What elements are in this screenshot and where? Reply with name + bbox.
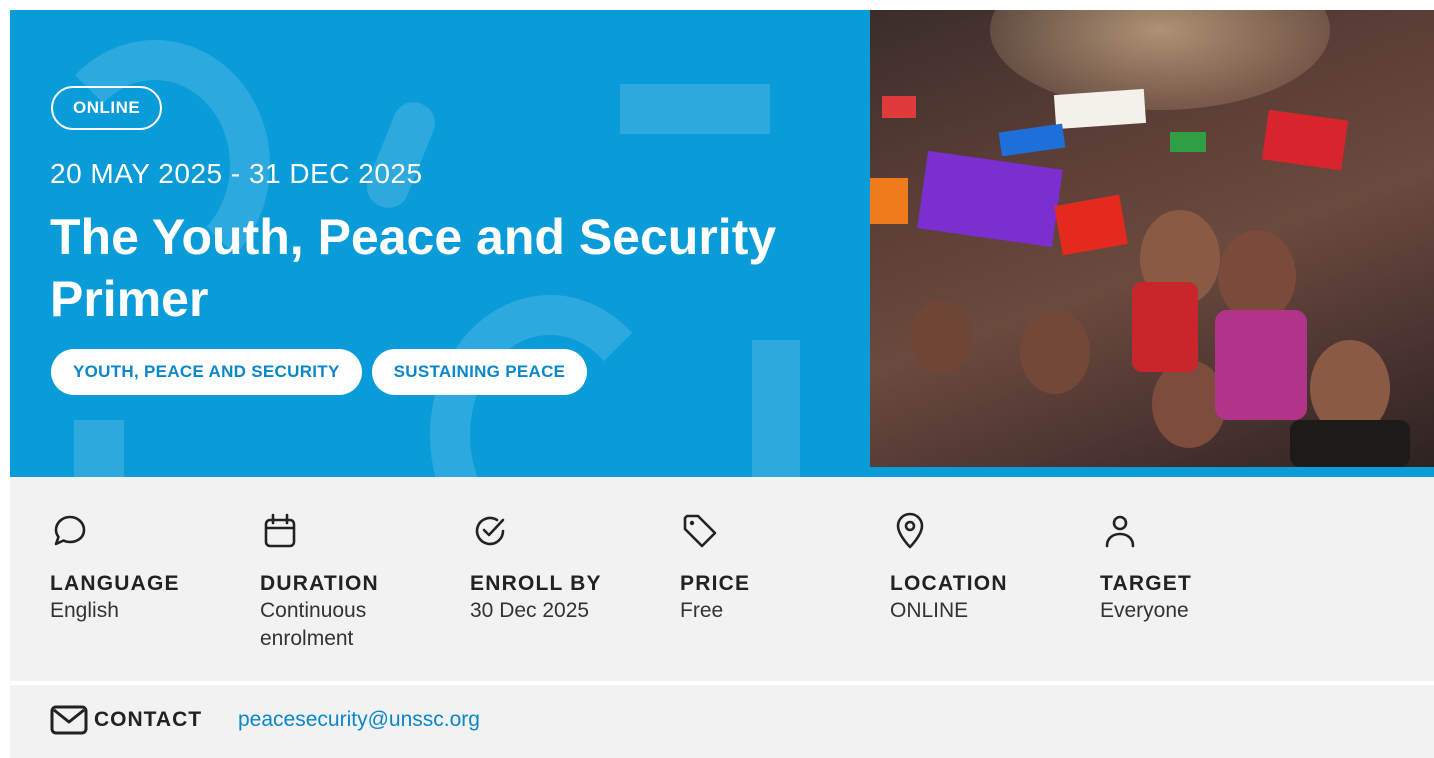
info-enroll-by: ENROLL BY 30 Dec 2025 bbox=[470, 511, 670, 625]
photo-figure bbox=[1290, 420, 1410, 467]
contact-label: CONTACT bbox=[94, 708, 203, 731]
person-icon bbox=[1105, 515, 1135, 548]
hero-section: ONLINE 20 MAY 2025 - 31 DEC 2025 The You… bbox=[10, 10, 1434, 477]
decorative-bar bbox=[74, 420, 124, 477]
hero-panel: ONLINE 20 MAY 2025 - 31 DEC 2025 The You… bbox=[10, 10, 870, 477]
tag-sustaining-peace[interactable]: SUSTAINING PEACE bbox=[371, 349, 588, 395]
envelope-icon bbox=[50, 705, 88, 735]
photo-figure bbox=[1020, 310, 1090, 394]
photo-sign bbox=[882, 96, 916, 118]
photo-glow bbox=[990, 10, 1330, 110]
map-pin-icon bbox=[896, 512, 924, 549]
info-value: Free bbox=[680, 599, 724, 622]
info-language: LANGUAGE English bbox=[50, 511, 250, 625]
decorative-slash bbox=[360, 96, 442, 214]
info-location: LOCATION ONLINE bbox=[890, 511, 1090, 625]
photo-figure bbox=[910, 300, 972, 374]
hero-photo bbox=[870, 10, 1434, 467]
decorative-bar bbox=[620, 84, 770, 134]
info-duration: DURATION Continuous enrolment bbox=[260, 511, 460, 653]
page-title: The Youth, Peace and Security Primer bbox=[50, 209, 777, 327]
info-value: Everyone bbox=[1100, 599, 1189, 622]
photo-sign bbox=[1170, 132, 1206, 152]
photo-sign bbox=[998, 123, 1066, 157]
check-circle-icon bbox=[475, 516, 505, 546]
calendar-icon bbox=[264, 513, 296, 548]
photo-sign bbox=[1054, 194, 1128, 256]
info-label: LOCATION bbox=[890, 572, 1008, 595]
contact-email-link[interactable]: peacesecurity@unssc.org bbox=[238, 707, 480, 733]
photo-figure bbox=[1218, 230, 1296, 322]
info-price: PRICE Free bbox=[680, 511, 880, 625]
photo-sign bbox=[1261, 109, 1349, 171]
info-value: Continuous enrolment bbox=[260, 599, 367, 650]
course-card: ONLINE 20 MAY 2025 - 31 DEC 2025 The You… bbox=[10, 10, 1434, 758]
chat-bubble-icon bbox=[54, 515, 86, 546]
course-info-bar: LANGUAGE English DURATION Continuous enr… bbox=[10, 477, 1434, 681]
photo-sign bbox=[917, 150, 1063, 248]
info-value: ONLINE bbox=[890, 599, 969, 622]
info-label: LANGUAGE bbox=[50, 572, 180, 595]
price-tag-icon bbox=[683, 514, 717, 548]
info-value: 30 Dec 2025 bbox=[470, 599, 590, 622]
contact-bar: CONTACT peacesecurity@unssc.org bbox=[10, 685, 1434, 758]
info-label: ENROLL BY bbox=[470, 572, 602, 595]
photo-figure bbox=[1132, 282, 1198, 372]
info-label: DURATION bbox=[260, 572, 379, 595]
info-label: TARGET bbox=[1100, 572, 1192, 595]
info-target: TARGET Everyone bbox=[1100, 511, 1300, 625]
photo-sign bbox=[870, 178, 908, 224]
photo-accent-strip bbox=[870, 467, 1434, 477]
info-value: English bbox=[50, 599, 119, 622]
decorative-bar bbox=[752, 340, 800, 477]
photo-sign bbox=[1053, 88, 1147, 130]
info-label: PRICE bbox=[680, 572, 751, 595]
tag-youth-peace-security[interactable]: YOUTH, PEACE AND SECURITY bbox=[51, 349, 362, 395]
course-dates: 20 MAY 2025 - 31 DEC 2025 bbox=[50, 158, 423, 189]
topic-tags: YOUTH, PEACE AND SECURITY SUSTAINING PEA… bbox=[51, 349, 588, 395]
delivery-mode-badge: ONLINE bbox=[51, 86, 163, 130]
photo-figure bbox=[1215, 310, 1307, 420]
